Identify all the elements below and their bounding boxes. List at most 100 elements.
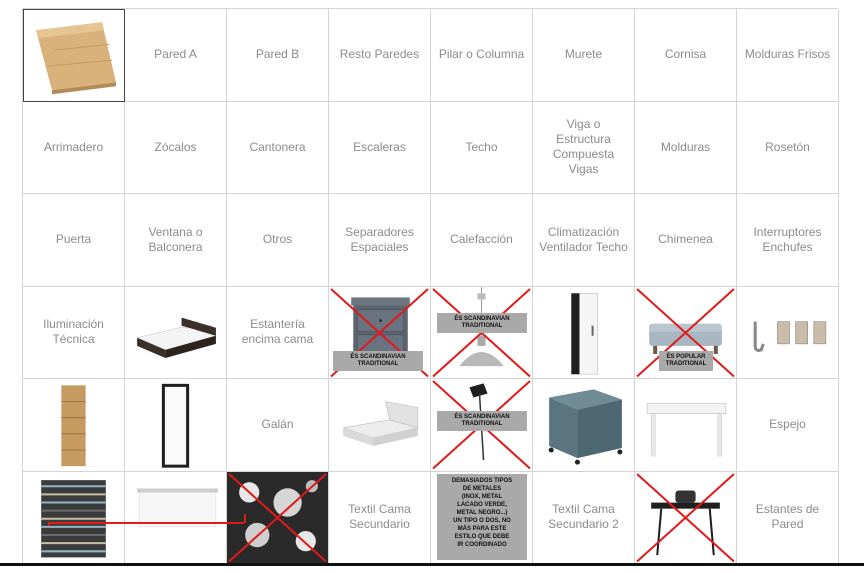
cell-label: Cornisa	[664, 47, 707, 62]
cell-galan[interactable]: Galán	[227, 379, 329, 472]
cell-textil-cama[interactable]: Textil Cama Secundario	[329, 471, 431, 564]
folding-table-image	[651, 489, 720, 555]
cell-ventana[interactable]: Ventana o Balconera	[125, 194, 227, 287]
cell-label: Rosetón	[765, 139, 810, 154]
cell-label: Calefacción	[450, 232, 513, 247]
cell-label: Chimenea	[658, 232, 713, 247]
cell-viga[interactable]: Viga o Estructura Compuesta Vigas	[533, 101, 635, 194]
cell-label: Estantería encima cama	[241, 317, 314, 347]
cell-molduras[interactable]: Molduras	[635, 101, 737, 194]
metals-note-tile[interactable]: DEMASIADOS TIPOS DE METALES (INOX, METAL…	[431, 471, 533, 564]
nightstand-tile[interactable]: ÉS SCANDINAVIAN TRADITIONAL	[329, 286, 431, 379]
moodboard-grid: Pared A Pared B Resto Paredes Pilar o Co…	[22, 8, 839, 564]
bed-image	[136, 317, 217, 358]
cell-label: Climatización Ventilador Techo	[539, 224, 628, 254]
style-note: ÉS POPULAR TRADITIONAL	[659, 350, 713, 371]
cell-label: Pared B	[255, 47, 300, 62]
cell-estanteria-cama[interactable]: Estantería encima cama	[227, 286, 329, 379]
cell-label: Escaleras	[353, 139, 406, 154]
mirror-tile[interactable]	[125, 379, 227, 472]
cell-estantes-pared[interactable]: Estantes de Pared	[737, 471, 839, 564]
cell-label: Iluminación Técnica	[43, 317, 104, 347]
striped-rug-image	[41, 479, 106, 557]
cell-cornisa[interactable]: Cornisa	[635, 9, 737, 102]
cell-roseton[interactable]: Rosetón	[737, 101, 839, 194]
cell-arrimadero[interactable]: Arrimadero	[23, 101, 125, 194]
bed-tile[interactable]	[125, 286, 227, 379]
page-bottom-rule	[0, 563, 864, 566]
cell-otros[interactable]: Otros	[227, 194, 329, 287]
chaise-longue-image	[343, 401, 419, 446]
bench-tile[interactable]: ÉS POPULAR TRADITIONAL	[635, 286, 737, 379]
cell-iluminacion-tecnica[interactable]: Iluminación Técnica	[23, 286, 125, 379]
cell-label: Puerta	[55, 232, 92, 247]
connector-line	[48, 522, 244, 524]
hooks-tile[interactable]	[737, 286, 839, 379]
cell-climatizacion[interactable]: Climatización Ventilador Techo	[533, 194, 635, 287]
cell-label: Galán	[261, 417, 294, 432]
style-note: ÉS SCANDINAVIAN TRADITIONAL	[437, 312, 527, 333]
cell-label: Textil Cama Secundario 2	[548, 502, 619, 532]
cell-cantonera[interactable]: Cantonera	[227, 101, 329, 194]
cell-textil-cama-2[interactable]: Textil Cama Secundario 2	[533, 471, 635, 564]
wall-hooks-image	[753, 320, 827, 352]
console-table-tile[interactable]	[635, 379, 737, 472]
cell-label: Arrimadero	[43, 139, 104, 154]
wardrobe-tile[interactable]	[533, 286, 635, 379]
cell-calefaccion[interactable]: Calefacción	[431, 194, 533, 287]
tall-drawer-chest-image	[61, 385, 86, 467]
floral-textile-image	[227, 471, 328, 563]
cell-pilar-columna[interactable]: Pilar o Columna	[431, 9, 533, 102]
cell-label: Resto Paredes	[339, 47, 420, 62]
cell-label: Techo	[465, 139, 498, 154]
console-table-image	[646, 403, 727, 457]
cell-label: Viga o Estructura Compuesta Vigas	[552, 117, 615, 177]
cell-separadores[interactable]: Separadores Espaciales	[329, 194, 431, 287]
cell-label: Pared A	[154, 47, 197, 62]
cell-interruptores[interactable]: Interruptores Enchufes	[737, 194, 839, 287]
drawer-chest-tile[interactable]	[23, 379, 125, 472]
cell-label: Textil Cama Secundario	[348, 502, 411, 532]
cell-molduras-frisos[interactable]: Molduras Frisos	[737, 9, 839, 102]
side-table-image	[548, 389, 623, 465]
style-note: ÉS SCANDINAVIAN TRADITIONAL	[333, 350, 423, 371]
cell-label: Separadores Espaciales	[345, 224, 414, 254]
cell-espejo[interactable]: Espejo	[737, 379, 839, 472]
floral-textile-tile[interactable]	[227, 471, 329, 564]
cell-label: Espejo	[769, 417, 806, 432]
cell-label: Otros	[262, 232, 293, 247]
chaise-tile[interactable]	[329, 379, 431, 472]
cell-escaleras[interactable]: Escaleras	[329, 101, 431, 194]
cell-label: Ventana o Balconera	[148, 224, 203, 254]
roller-blind-tile[interactable]	[125, 471, 227, 564]
cell-label: Murete	[564, 47, 603, 62]
cell-pared-b[interactable]: Pared B	[227, 9, 329, 102]
folding-table-tile[interactable]	[635, 471, 737, 564]
cell-label: Estantes de Pared	[755, 502, 820, 532]
cell-zocalos[interactable]: Zócalos	[125, 101, 227, 194]
cell-label: Pilar o Columna	[438, 47, 525, 62]
cell-chimenea[interactable]: Chimenea	[635, 194, 737, 287]
floor-mirror-image	[161, 383, 190, 468]
metals-note: DEMASIADOS TIPOS DE METALES (INOX, METAL…	[437, 473, 527, 560]
striped-rug-tile[interactable]	[23, 471, 125, 564]
pendant-lamp-tile[interactable]: ÉS SCANDINAVIAN TRADITIONAL	[431, 286, 533, 379]
cell-label: Zócalos	[154, 139, 197, 154]
cell-murete[interactable]: Murete	[533, 9, 635, 102]
cell-label: Molduras Frisos	[744, 47, 831, 62]
connector-line	[244, 514, 246, 523]
wood-sample-tile[interactable]	[23, 9, 125, 102]
desk-lamp-tile[interactable]: ÉS SCANDINAVIAN TRADITIONAL	[431, 379, 533, 472]
wood-plank-image	[36, 22, 116, 95]
cell-puerta[interactable]: Puerta	[23, 194, 125, 287]
side-table-tile[interactable]	[533, 379, 635, 472]
cell-resto-paredes[interactable]: Resto Paredes	[329, 9, 431, 102]
style-note: ÉS SCANDINAVIAN TRADITIONAL	[437, 411, 527, 431]
cell-techo[interactable]: Techo	[431, 101, 533, 194]
cell-label: Cantonera	[249, 139, 306, 154]
wardrobe-image	[571, 292, 598, 374]
cell-pared-a[interactable]: Pared A	[125, 9, 227, 102]
roller-blind-image	[137, 487, 218, 527]
cell-label: Interruptores Enchufes	[753, 224, 822, 254]
cell-label: Molduras	[660, 139, 711, 154]
